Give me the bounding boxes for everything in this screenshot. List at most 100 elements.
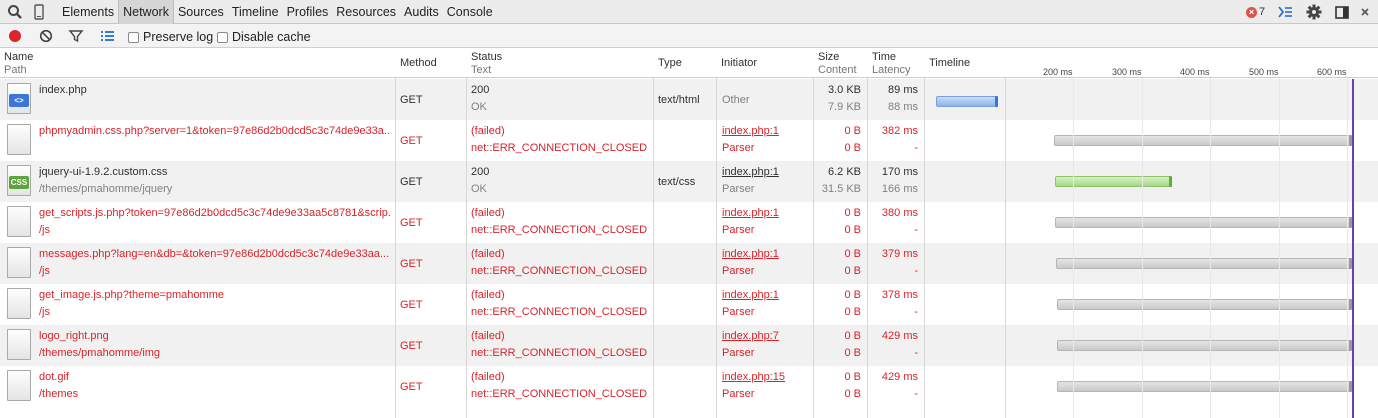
initiator-link[interactable]: index.php:1 <box>722 166 779 178</box>
col-header-timeline[interactable]: Timeline <box>925 48 1005 78</box>
request-row[interactable]: get_image.js.php?theme=pmahomme/js GET (fa… <box>0 284 1378 325</box>
tab-audits[interactable]: Audits <box>400 0 443 24</box>
dock-side-icon[interactable] <box>1333 3 1351 21</box>
column-divider[interactable] <box>716 48 717 418</box>
cell-name[interactable]: index.php <box>39 79 391 120</box>
column-divider[interactable] <box>395 48 396 418</box>
cell-name[interactable]: messages.php?lang=en&db=&token=97e86d2b0… <box>39 243 391 284</box>
cell-type <box>658 284 716 325</box>
request-row[interactable]: <> index.php GET 200 OK text/html Other 3.0 KB 7… <box>0 79 1378 120</box>
preserve-log-label: Preserve log <box>143 30 214 44</box>
column-divider[interactable] <box>867 48 868 418</box>
timeline-bar[interactable] <box>1056 258 1352 269</box>
request-path: /js <box>39 306 50 318</box>
devtools-tab-bar: Elements Network Sources Timeline Profiles Re… <box>0 0 1378 24</box>
disable-cache-checkbox[interactable]: Disable cache <box>217 30 311 44</box>
cell-name[interactable]: get_image.js.php?theme=pmahomme/js <box>39 284 391 325</box>
col-header-status[interactable]: Status Text <box>467 48 653 78</box>
timeline-bar[interactable] <box>936 96 998 107</box>
col-header-type[interactable]: Type <box>654 48 716 78</box>
request-row[interactable]: dot.gif/themes GET (failed) net::ERR_CONNEC… <box>0 366 1378 407</box>
column-divider[interactable] <box>813 48 814 418</box>
grid-header: Name Path Method Status Text Type Initia… <box>0 48 1378 78</box>
device-mode-icon[interactable] <box>30 3 48 21</box>
request-name: index.php <box>39 84 87 96</box>
cell-name[interactable]: get_scripts.js.php?token=97e86d2b0dcd5c3… <box>39 202 391 243</box>
cell-initiator: index.php:1 Parser <box>722 120 812 161</box>
timeline-bar[interactable] <box>1057 299 1352 310</box>
timeline-bar-end <box>1169 176 1172 187</box>
record-icon[interactable] <box>7 28 23 44</box>
cell-initiator: index.php:1 Parser <box>722 243 812 284</box>
col-header-method[interactable]: Method <box>396 48 466 78</box>
initiator-link[interactable]: index.php:1 <box>722 248 779 260</box>
initiator-link[interactable]: index.php:15 <box>722 371 785 383</box>
column-divider[interactable] <box>1005 48 1006 418</box>
request-name: messages.php?lang=en&db=&token=97e86d2b0… <box>39 248 390 260</box>
inspect-search-icon[interactable] <box>6 3 24 21</box>
cell-status: (failed) net::ERR_CONNECTION_CLOSED <box>471 366 651 407</box>
request-status-text: net::ERR_CONNECTION_CLOSED <box>471 306 648 318</box>
request-row[interactable]: phpmyadmin.css.php?server=1&token=97e86d… <box>0 120 1378 161</box>
close-icon[interactable] <box>1357 3 1375 21</box>
request-row[interactable]: get_scripts.js.php?token=97e86d2b0dcd5c3… <box>0 202 1378 243</box>
column-divider[interactable] <box>466 48 467 418</box>
request-name: jquery-ui-1.9.2.custom.css <box>39 166 168 178</box>
timeline-bar[interactable] <box>1054 135 1352 146</box>
settings-gear-icon[interactable] <box>1305 3 1323 21</box>
cell-size: 0 B0 B <box>814 325 867 366</box>
cell-name[interactable]: phpmyadmin.css.php?server=1&token=97e86d… <box>39 120 391 161</box>
clear-icon[interactable] <box>38 28 54 44</box>
tab-sources[interactable]: Sources <box>174 0 228 24</box>
request-row[interactable]: logo_right.png/themes/pmahomme/img GET (fa… <box>0 325 1378 366</box>
tab-elements[interactable]: Elements <box>58 0 118 24</box>
timeline-tick-label: 600 ms <box>1317 67 1347 77</box>
blank-file-icon <box>7 247 31 278</box>
preserve-log-checkbox[interactable]: Preserve log <box>128 30 213 44</box>
checkbox-box[interactable] <box>128 31 139 43</box>
tab-network[interactable]: Network <box>118 0 174 24</box>
column-divider[interactable] <box>924 48 925 418</box>
tab-timeline[interactable]: Timeline <box>228 0 283 24</box>
column-divider[interactable] <box>653 48 654 418</box>
timeline-bar[interactable] <box>1057 381 1352 392</box>
cell-name[interactable]: dot.gif/themes <box>39 366 391 407</box>
col-header-name[interactable]: Name Path <box>0 48 395 78</box>
col-header-initiator[interactable]: Initiator <box>717 48 813 78</box>
timeline-gridline <box>1279 48 1280 418</box>
timeline-tick-label: 400 ms <box>1180 67 1210 77</box>
cell-initiator: Other <box>722 79 812 120</box>
initiator-link[interactable]: index.php:1 <box>722 125 779 137</box>
col-header-size[interactable]: Size Content <box>814 48 867 78</box>
error-counter[interactable]: × 7 <box>1246 5 1265 19</box>
cell-name[interactable]: jquery-ui-1.9.2.custom.css/themes/pmahom… <box>39 161 391 202</box>
initiator-link[interactable]: index.php:7 <box>722 330 779 342</box>
request-name: logo_right.png <box>39 330 109 342</box>
checkbox-box[interactable] <box>217 31 228 43</box>
request-status-text: net::ERR_CONNECTION_CLOSED <box>471 224 648 236</box>
request-status: 200 <box>471 84 490 96</box>
cell-time: 378 ms - <box>868 284 924 325</box>
tab-resources[interactable]: Resources <box>332 0 400 24</box>
initiator-link[interactable]: index.php:1 <box>722 207 779 219</box>
cell-type <box>658 202 716 243</box>
timeline-tick-label: 500 ms <box>1249 67 1279 77</box>
request-row[interactable]: CSS jquery-ui-1.9.2.custom.css/themes/pma… <box>0 161 1378 202</box>
tab-console[interactable]: Console <box>443 0 497 24</box>
cell-time: 429 ms - <box>868 325 924 366</box>
css-glyph: CSS <box>9 176 29 189</box>
timeline-bar[interactable] <box>1057 340 1352 351</box>
request-row[interactable]: messages.php?lang=en&db=&token=97e86d2b0… <box>0 243 1378 284</box>
initiator-link[interactable]: index.php:1 <box>722 289 779 301</box>
col-header-time[interactable]: Time Latency <box>868 48 924 78</box>
timeline-tick-label: 200 ms <box>1043 67 1073 77</box>
timeline-bar[interactable] <box>1055 217 1352 228</box>
tab-profiles[interactable]: Profiles <box>283 0 333 24</box>
request-path: /themes <box>39 388 79 400</box>
filter-icon[interactable] <box>68 28 84 44</box>
cell-name[interactable]: logo_right.png/themes/pmahomme/img <box>39 325 391 366</box>
show-drawer-icon[interactable] <box>1276 3 1294 21</box>
large-rows-icon[interactable] <box>99 28 115 44</box>
request-status: (failed) <box>471 289 505 301</box>
cell-size: 0 B0 B <box>814 202 867 243</box>
